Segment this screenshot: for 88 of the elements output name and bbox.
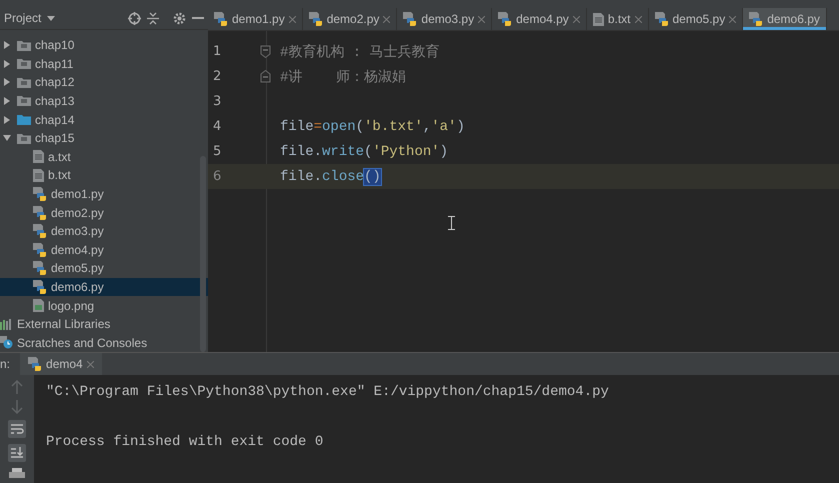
text-file-icon [592, 12, 604, 26]
editor-tab[interactable]: demo6.py [743, 8, 827, 30]
python-file-icon [33, 242, 47, 257]
run-tab[interactable]: demo4 [20, 353, 102, 375]
line-number: 1 [212, 44, 222, 59]
scrollbar[interactable] [200, 156, 206, 352]
folder-icon [17, 40, 31, 51]
code-line: file=open('b.txt','a') [280, 118, 465, 134]
python-file-icon [33, 224, 47, 238]
line-number: 3 [212, 94, 222, 109]
collapsed-arrow-icon[interactable] [3, 96, 11, 105]
close-icon[interactable] [572, 16, 580, 22]
expanded-arrow-icon[interactable] [3, 134, 11, 142]
fold-marker-icon[interactable] [260, 45, 270, 58]
close-icon[interactable] [729, 16, 736, 22]
dropdown-caret-icon[interactable] [47, 16, 56, 21]
line-number: 2 [212, 69, 222, 84]
print-icon[interactable] [9, 468, 25, 478]
text-file-icon [33, 168, 44, 182]
collapsed-arrow-icon[interactable] [3, 78, 11, 86]
minimize-icon[interactable] [192, 17, 204, 20]
tree-item[interactable]: External Libraries [0, 314, 208, 334]
soft-wrap-icon[interactable] [8, 420, 26, 438]
python-file-icon [403, 12, 418, 26]
editor-tab[interactable]: demo3.py [397, 8, 492, 30]
editor-tab[interactable]: demo2.py [302, 8, 398, 30]
tree-item[interactable]: Scratches and Consoles [0, 333, 208, 352]
text-file-icon [33, 150, 44, 164]
code-line: file.write('Python') [280, 144, 448, 160]
close-icon[interactable] [288, 16, 296, 22]
close-icon[interactable] [634, 16, 642, 22]
collapse-icon[interactable] [147, 12, 159, 25]
line-number: 5 [212, 144, 222, 159]
python-file-icon [498, 12, 512, 26]
editor-tab[interactable]: b.txt [586, 8, 648, 30]
tree-item[interactable]: chap13 [0, 92, 208, 110]
console-output-line: Process finished with exit code 0 [46, 433, 324, 452]
libraries-icon [0, 318, 13, 330]
tree-item[interactable]: chap12 [0, 73, 208, 92]
code-line: #讲 师：杨淑娟 [280, 68, 406, 86]
python-file-icon [308, 12, 323, 26]
python-file-icon [28, 357, 42, 371]
settings-icon[interactable] [173, 12, 186, 25]
fold-marker-icon[interactable] [260, 70, 270, 83]
console-output-line: "C:\Program Files\Python38\python.exe" E:/vippython/chap15/demo4.py [46, 383, 609, 402]
folder-icon [17, 114, 31, 126]
tree-item[interactable]: chap14 [0, 110, 208, 129]
python-file-icon [33, 206, 47, 220]
folder-icon [17, 95, 31, 106]
image-file-icon [33, 299, 44, 312]
line-number: 4 [212, 119, 222, 134]
text-cursor-icon [448, 216, 455, 230]
run-label: n: [0, 357, 10, 371]
python-file-icon [33, 280, 47, 294]
tree-item[interactable]: b.txt [0, 166, 208, 185]
scroll-to-end-icon[interactable] [8, 444, 26, 462]
python-file-icon [33, 186, 47, 201]
line-number: 6 [212, 169, 222, 184]
editor-tab[interactable]: demo1.py [208, 8, 303, 30]
tree-item[interactable]: demo1.py [0, 184, 208, 204]
tree-item[interactable]: demo2.py [0, 203, 208, 222]
tree-item[interactable]: logo.png [0, 296, 208, 315]
tree-item[interactable]: chap10 [0, 36, 208, 54]
python-file-icon [654, 12, 668, 26]
tree-item[interactable]: demo5.py [0, 259, 208, 278]
tree-item[interactable]: a.txt [0, 147, 208, 166]
code-line: file.close() [280, 168, 381, 184]
close-icon[interactable] [383, 16, 390, 22]
python-file-icon [33, 261, 47, 276]
collapsed-arrow-icon[interactable] [3, 116, 11, 124]
folder-icon [17, 132, 31, 144]
editor-tab[interactable]: demo4.py [492, 8, 587, 30]
tree-item[interactable]: chap15 [0, 128, 208, 148]
scratches-icon [0, 336, 13, 350]
python-file-icon [214, 12, 228, 26]
tree-item[interactable]: chap11 [0, 54, 208, 74]
folder-icon [17, 76, 31, 88]
python-file-icon [749, 12, 764, 26]
panel-title[interactable]: Project [4, 11, 42, 26]
folder-icon [17, 58, 31, 70]
tree-item[interactable]: demo3.py [0, 222, 208, 240]
locate-icon[interactable] [128, 12, 141, 25]
code-line: #教育机构 : 马士兵教育 [280, 43, 440, 60]
collapsed-arrow-icon[interactable] [3, 41, 11, 50]
close-icon[interactable] [478, 16, 486, 22]
tree-item[interactable]: demo4.py [0, 240, 208, 260]
tree-item[interactable]: demo6.py [0, 278, 208, 296]
collapsed-arrow-icon[interactable] [3, 60, 11, 68]
